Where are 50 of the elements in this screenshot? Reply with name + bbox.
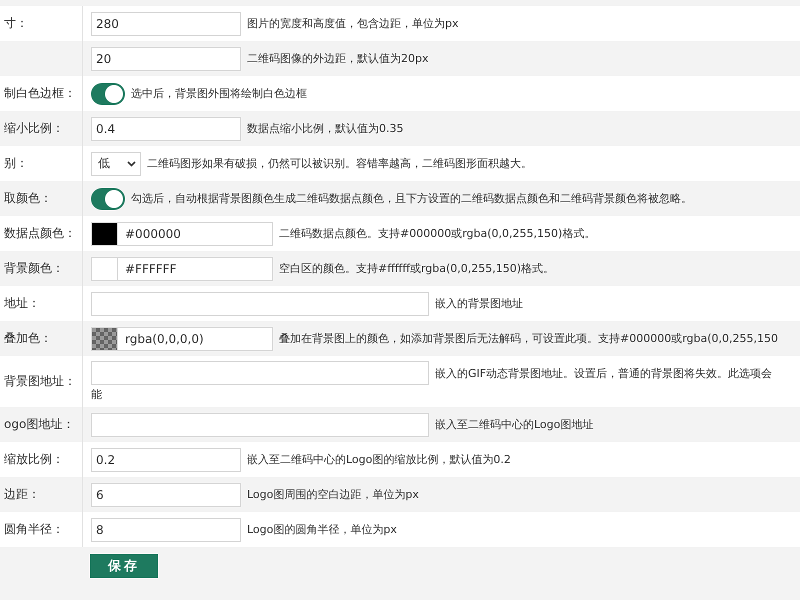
field-description: 空白区的颜色。支持#ffffff或rgba(0,0,255,150)格式。 (279, 261, 556, 276)
field-label: 圆角半径： (4, 521, 64, 538)
text-input[interactable]: 8 (91, 518, 241, 542)
field-label: 背景图地址： (4, 373, 76, 390)
field-label: 取颜色： (4, 190, 52, 207)
save-button[interactable]: 保存 (90, 554, 158, 578)
field-description: 图片的宽度和高度值，包含边距，单位为px (247, 16, 460, 31)
field-description: 嵌入的背景图地址 (435, 296, 524, 311)
text-input[interactable]: 0.2 (91, 448, 241, 472)
field-description: 叠加在背景图上的颜色，如添加背景图后无法解码，可设置此项。支持#000000或rgba(0,0,255,150 (279, 331, 780, 346)
field-description: Logo图的圆角半径，单位为px (247, 522, 398, 537)
field-label: 缩小比例： (4, 120, 64, 137)
field-label: 边距： (4, 486, 40, 503)
color-input[interactable]: #000000 (118, 222, 273, 246)
field-description: 二维码图形如果有破损，仍然可以被识别。容错率越高，二维码图形面积越大。 (147, 156, 533, 171)
field-label: ogo图地址： (4, 416, 74, 433)
field-description: 二维码数据点颜色。支持#000000或rgba(0,0,255,150)格式。 (279, 226, 596, 241)
field-label: 数据点颜色： (4, 225, 76, 242)
text-input[interactable]: 280 (91, 12, 241, 36)
color-input[interactable]: rgba(0,0,0,0) (118, 326, 273, 350)
url-input[interactable] (91, 412, 429, 436)
text-input[interactable]: 20 (91, 46, 241, 70)
field-label: 地址： (4, 295, 40, 312)
field-label: 背景颜色： (4, 260, 64, 277)
color-input[interactable]: #FFFFFF (118, 256, 273, 280)
field-description: 二维码图像的外边距，默认值为20px (247, 51, 430, 66)
field-description: 选中后，背景图外围将绘制白色边框 (131, 86, 308, 101)
field-description: 嵌入至二维码中心的Logo图的缩放比例，默认值为0.2 (247, 452, 512, 467)
field-label: 制白色边框： (4, 85, 76, 102)
field-label: 叠加色： (4, 330, 52, 347)
toggle-switch[interactable] (91, 82, 125, 104)
text-input[interactable]: 6 (91, 482, 241, 506)
field-description: Logo图周围的空白边距，单位为px (247, 487, 420, 502)
field-description: 勾选后，自动根据背景图颜色生成二维码数据点颜色，且下方设置的二维码数据点颜色和二维码背景颜色将被忽略。 (131, 191, 693, 206)
field-label: 别： (4, 155, 28, 172)
color-swatch[interactable] (91, 222, 118, 246)
toggle-switch[interactable] (91, 188, 125, 210)
color-swatch[interactable] (91, 256, 118, 280)
field-description: 嵌入的GIF动态背景图地址。设置后，普通的背景图将失效。此选项会 (435, 366, 774, 380)
select-dropdown[interactable]: 低 (91, 152, 141, 176)
url-input[interactable] (91, 292, 429, 316)
transparent-swatch[interactable] (91, 326, 118, 350)
field-label: 缩放比例： (4, 451, 64, 468)
url-input[interactable] (91, 361, 429, 385)
field-description: 嵌入至二维码中心的Logo图地址 (435, 417, 594, 432)
field-label: 寸： (4, 15, 28, 32)
text-input[interactable]: 0.4 (91, 116, 241, 140)
chevron-down-icon (127, 160, 136, 166)
field-description: 数据点缩小比例，默认值为0.35 (247, 121, 404, 136)
field-description: 能 (91, 387, 103, 402)
